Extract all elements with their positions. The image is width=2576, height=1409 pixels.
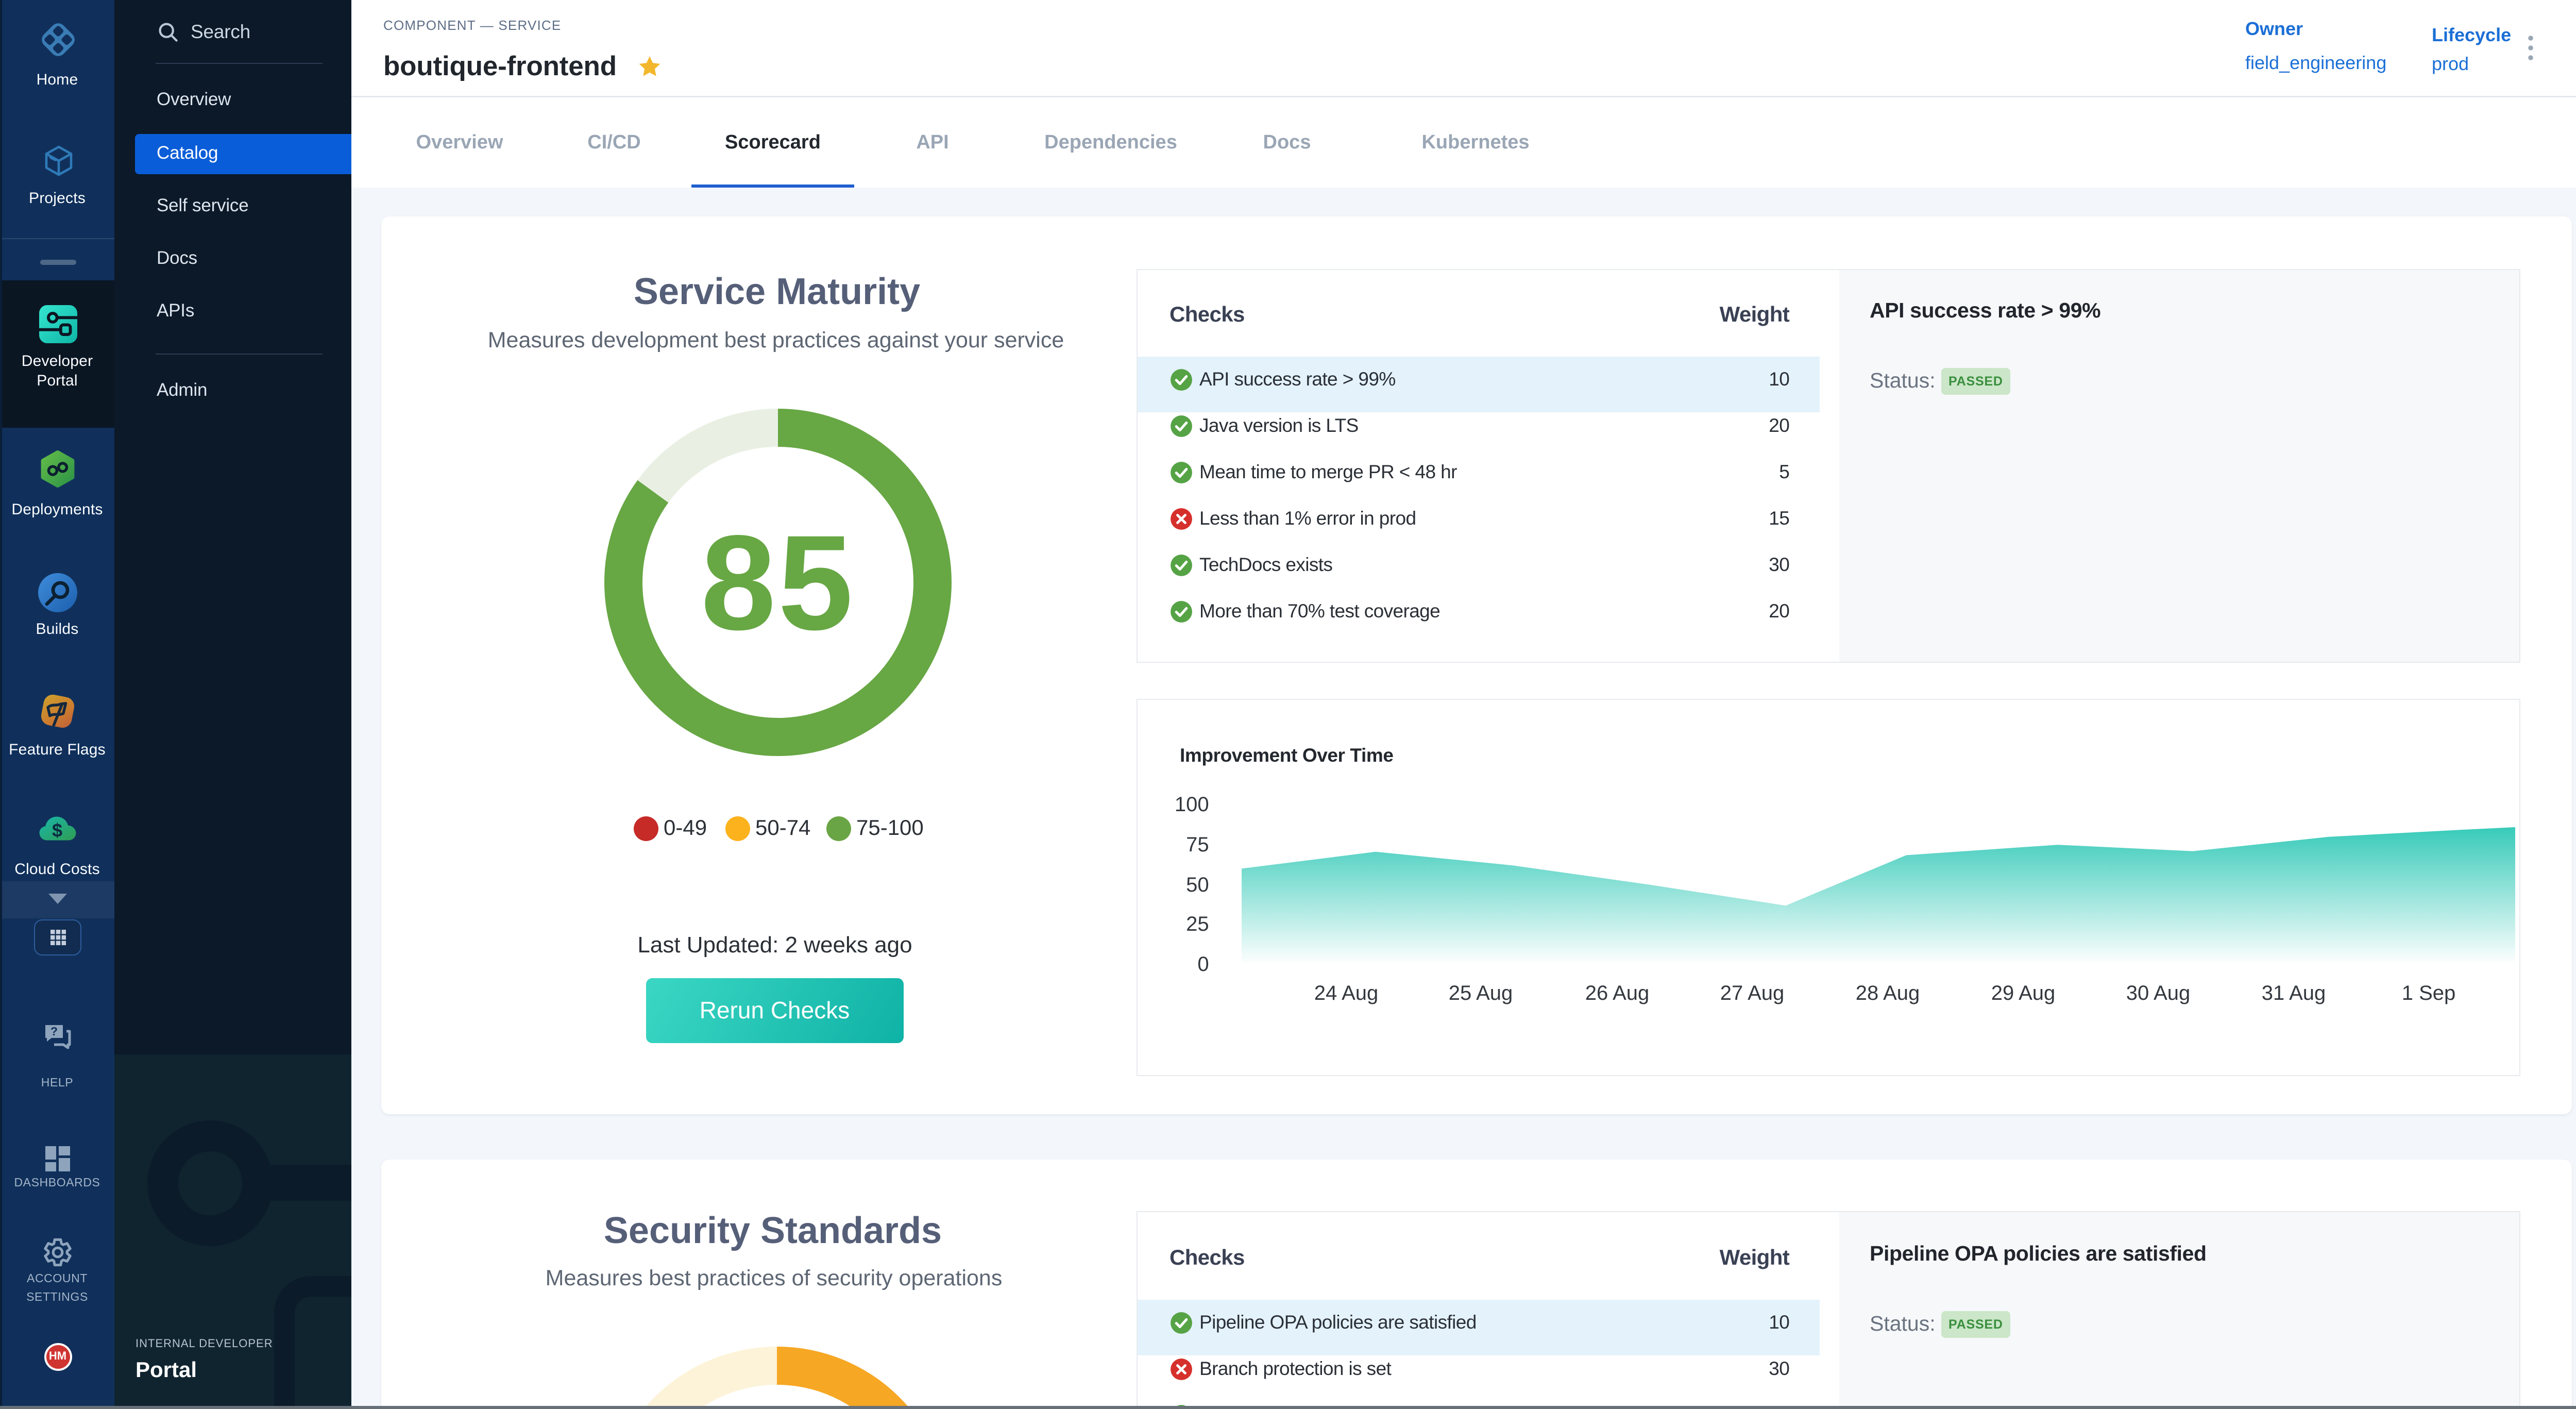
svg-text:?: ? [50,1024,58,1037]
svg-text:$: $ [52,820,62,841]
